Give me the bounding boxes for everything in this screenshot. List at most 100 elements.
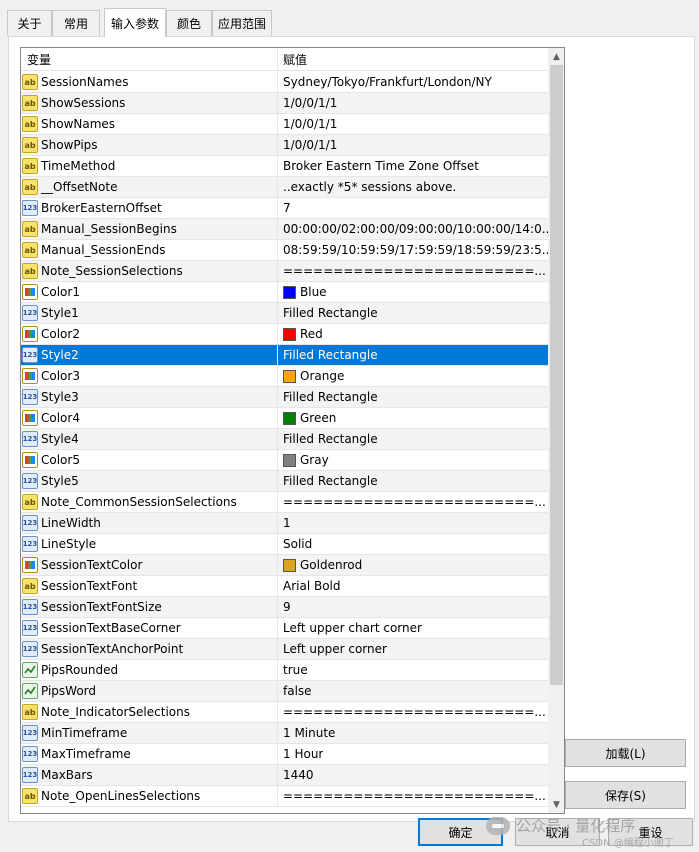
- table-row[interactable]: 123 SessionTextBaseCorner Left upper chart…: [21, 618, 548, 639]
- variable-cell[interactable]: Color3: [21, 366, 278, 386]
- variable-cell[interactable]: 123 LineWidth: [21, 513, 278, 533]
- table-row[interactable]: 123 SessionTextAnchorPoint Left upper corn…: [21, 639, 548, 660]
- value-cell[interactable]: Goldenrod: [278, 555, 548, 575]
- variable-cell[interactable]: ab ShowNames: [21, 114, 278, 134]
- value-cell[interactable]: 1/0/0/1/1: [278, 114, 548, 134]
- variable-cell[interactable]: 123 SessionTextFontSize: [21, 597, 278, 617]
- variable-cell[interactable]: ab Note_CommonSessionSelections: [21, 492, 278, 512]
- scrollbar-thumb[interactable]: [550, 65, 563, 685]
- variable-cell[interactable]: 123 Style4: [21, 429, 278, 449]
- value-cell[interactable]: 1/0/0/1/1: [278, 93, 548, 113]
- value-cell[interactable]: Broker Eastern Time Zone Offset: [278, 156, 548, 176]
- header-variable[interactable]: 变量: [21, 48, 278, 71]
- load-button[interactable]: 加载(L): [565, 739, 686, 767]
- value-cell[interactable]: Red: [278, 324, 548, 344]
- value-cell[interactable]: =========================...: [278, 786, 548, 806]
- table-row[interactable]: Color2 Red: [21, 324, 548, 345]
- scroll-down-arrow-icon[interactable]: ▼: [548, 796, 564, 813]
- value-cell[interactable]: 1/0/0/1/1: [278, 135, 548, 155]
- table-row[interactable]: Color5 Gray: [21, 450, 548, 471]
- variable-cell[interactable]: Color5: [21, 450, 278, 470]
- value-cell[interactable]: Solid: [278, 534, 548, 554]
- value-cell[interactable]: Left upper chart corner: [278, 618, 548, 638]
- table-row[interactable]: ab SessionTextFont Arial Bold: [21, 576, 548, 597]
- value-cell[interactable]: Filled Rectangle: [278, 471, 548, 491]
- value-cell[interactable]: Left upper corner: [278, 639, 548, 659]
- variable-cell[interactable]: 123 Style1: [21, 303, 278, 323]
- table-row[interactable]: 123 Style2 Filled Rectangle: [21, 345, 548, 366]
- variable-cell[interactable]: 123 MinTimeframe: [21, 723, 278, 743]
- value-cell[interactable]: Filled Rectangle: [278, 345, 548, 365]
- variable-cell[interactable]: PipsRounded: [21, 660, 278, 680]
- value-cell[interactable]: 1 Hour: [278, 744, 548, 764]
- ok-button[interactable]: 确定: [418, 818, 503, 846]
- table-row[interactable]: 123 BrokerEasternOffset 7: [21, 198, 548, 219]
- value-cell[interactable]: 1 Minute: [278, 723, 548, 743]
- variable-cell[interactable]: ab SessionNames: [21, 72, 278, 92]
- cancel-button[interactable]: 取消: [515, 818, 600, 846]
- vertical-scrollbar[interactable]: ▲ ▼: [548, 48, 564, 813]
- table-row[interactable]: ab Note_IndicatorSelections ==============…: [21, 702, 548, 723]
- variable-cell[interactable]: ab Note_IndicatorSelections: [21, 702, 278, 722]
- tab-about[interactable]: 关于: [7, 10, 52, 36]
- tab-common[interactable]: 常用: [52, 10, 100, 36]
- value-cell[interactable]: Filled Rectangle: [278, 303, 548, 323]
- variable-cell[interactable]: ab Manual_SessionBegins: [21, 219, 278, 239]
- value-cell[interactable]: true: [278, 660, 548, 680]
- variable-cell[interactable]: PipsWord: [21, 681, 278, 701]
- header-value[interactable]: 赋值: [278, 48, 548, 71]
- value-cell[interactable]: =========================...: [278, 492, 548, 512]
- variable-cell[interactable]: SessionTextColor: [21, 555, 278, 575]
- table-row[interactable]: ab __OffsetNote ..exactly *5* sessions abo…: [21, 177, 548, 198]
- table-row[interactable]: ab Note_OpenLinesSelections ==============…: [21, 786, 548, 807]
- variable-cell[interactable]: ab Note_OpenLinesSelections: [21, 786, 278, 806]
- variable-cell[interactable]: ab ShowSessions: [21, 93, 278, 113]
- table-row[interactable]: PipsWord false: [21, 681, 548, 702]
- variable-cell[interactable]: ab SessionTextFont: [21, 576, 278, 596]
- value-cell[interactable]: 08:59:59/10:59:59/17:59:59/18:59:59/23:5…: [278, 240, 548, 260]
- variable-cell[interactable]: Color1: [21, 282, 278, 302]
- table-row[interactable]: Color4 Green: [21, 408, 548, 429]
- variable-cell[interactable]: 123 Style5: [21, 471, 278, 491]
- tab-input-parameters[interactable]: 输入参数: [104, 8, 166, 37]
- tab-colors[interactable]: 颜色: [166, 10, 212, 36]
- variable-cell[interactable]: Color4: [21, 408, 278, 428]
- table-row[interactable]: PipsRounded true: [21, 660, 548, 681]
- table-row[interactable]: 123 LineWidth 1: [21, 513, 548, 534]
- table-row[interactable]: ab ShowPips 1/0/0/1/1: [21, 135, 548, 156]
- table-row[interactable]: ab Note_CommonSessionSelections ==========…: [21, 492, 548, 513]
- value-cell[interactable]: 1440: [278, 765, 548, 785]
- table-row[interactable]: 123 MaxBars 1440: [21, 765, 548, 786]
- value-cell[interactable]: Gray: [278, 450, 548, 470]
- value-cell[interactable]: 7: [278, 198, 548, 218]
- table-row[interactable]: ab Manual_SessionEnds 08:59:59/10:59:59/17…: [21, 240, 548, 261]
- value-cell[interactable]: Sydney/Tokyo/Frankfurt/London/NY: [278, 72, 548, 92]
- value-cell[interactable]: 00:00:00/02:00:00/09:00:00/10:00:00/14:0…: [278, 219, 548, 239]
- table-row[interactable]: ab SessionNames Sydney/Tokyo/Frankfurt/Lon…: [21, 72, 548, 93]
- variable-cell[interactable]: 123 SessionTextBaseCorner: [21, 618, 278, 638]
- variable-cell[interactable]: ab Manual_SessionEnds: [21, 240, 278, 260]
- variable-cell[interactable]: ab __OffsetNote: [21, 177, 278, 197]
- value-cell[interactable]: 9: [278, 597, 548, 617]
- table-row[interactable]: Color1 Blue: [21, 282, 548, 303]
- value-cell[interactable]: Filled Rectangle: [278, 387, 548, 407]
- scroll-up-arrow-icon[interactable]: ▲: [548, 48, 564, 65]
- save-button[interactable]: 保存(S): [565, 781, 686, 809]
- table-row[interactable]: Color3 Orange: [21, 366, 548, 387]
- value-cell[interactable]: =========================...: [278, 702, 548, 722]
- table-row[interactable]: 123 Style5 Filled Rectangle: [21, 471, 548, 492]
- table-row[interactable]: 123 SessionTextFontSize 9: [21, 597, 548, 618]
- variable-cell[interactable]: ab Note_SessionSelections: [21, 261, 278, 281]
- variable-cell[interactable]: 123 SessionTextAnchorPoint: [21, 639, 278, 659]
- variable-cell[interactable]: Color2: [21, 324, 278, 344]
- table-row[interactable]: ab ShowSessions 1/0/0/1/1: [21, 93, 548, 114]
- reset-button[interactable]: 重设: [608, 818, 693, 846]
- variable-cell[interactable]: 123 Style3: [21, 387, 278, 407]
- table-row[interactable]: 123 MaxTimeframe 1 Hour: [21, 744, 548, 765]
- value-cell[interactable]: false: [278, 681, 548, 701]
- variable-cell[interactable]: 123 MaxBars: [21, 765, 278, 785]
- table-row[interactable]: ab ShowNames 1/0/0/1/1: [21, 114, 548, 135]
- table-row[interactable]: 123 Style4 Filled Rectangle: [21, 429, 548, 450]
- value-cell[interactable]: Arial Bold: [278, 576, 548, 596]
- value-cell[interactable]: Green: [278, 408, 548, 428]
